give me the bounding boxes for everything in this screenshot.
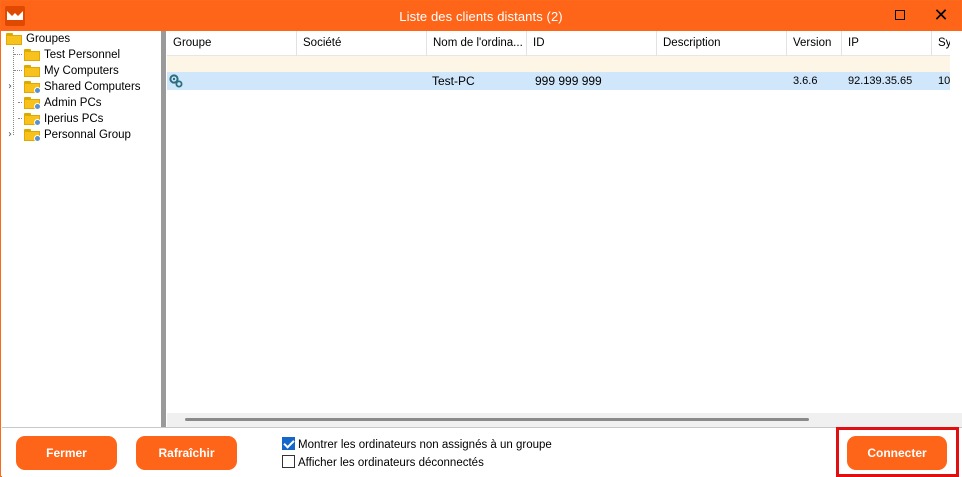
tree-item-personnal-group[interactable]: › Personnal Group (2, 127, 160, 143)
shared-folder-icon (24, 113, 41, 126)
column-header-nom[interactable]: Nom de l'ordina... (427, 31, 527, 56)
chevron-right-icon[interactable]: › (8, 129, 18, 141)
show-unassigned-checkbox[interactable]: Montrer les ordinateurs non assignés à u… (282, 437, 552, 453)
folder-icon (24, 65, 40, 77)
column-header-description[interactable]: Description (657, 31, 787, 56)
title-bar[interactable]: Liste des clients distants (2) ✕ (1, 1, 961, 31)
tree-item-label: My Computers (44, 65, 119, 77)
folder-icon (6, 33, 22, 45)
shared-folder-icon (24, 129, 41, 142)
checkbox-unchecked-icon[interactable] (282, 455, 295, 468)
scrollbar-thumb[interactable] (185, 418, 809, 421)
show-disconnected-label: Afficher les ordinateurs déconnectés (298, 457, 484, 469)
vertical-scrollbar[interactable] (950, 31, 962, 411)
tree-item-my-computers[interactable]: My Computers (2, 63, 160, 79)
filter-row[interactable] (167, 56, 962, 72)
column-header-groupe[interactable]: Groupe (167, 31, 297, 56)
tree-item-shared-computers[interactable]: › Shared Computers (2, 79, 160, 95)
close-icon: ✕ (933, 5, 949, 26)
checkbox-checked-icon[interactable] (282, 437, 295, 450)
folder-icon (24, 49, 40, 61)
tree-item-label: Personnal Group (44, 129, 131, 141)
column-header-version[interactable]: Version (787, 31, 842, 56)
cell-groupe (167, 72, 297, 90)
connect-button[interactable]: Connecter (847, 436, 947, 470)
cell-nom: Test-PC (432, 74, 475, 88)
tree-item-admin-pcs[interactable]: Admin PCs (2, 95, 160, 111)
gear-icon (169, 74, 183, 88)
tree-item-label: Admin PCs (44, 97, 102, 109)
horizontal-scrollbar[interactable] (167, 413, 962, 427)
tree-item-label: Shared Computers (44, 81, 141, 93)
chevron-right-icon[interactable]: › (8, 81, 18, 93)
table-row[interactable]: Test-PC 999 999 999 3.6.6 92.139.35.65 1… (167, 72, 962, 90)
close-window-button[interactable]: ✕ (920, 1, 962, 31)
shared-folder-icon (24, 81, 41, 94)
tree-item-iperius-pcs[interactable]: Iperius PCs (2, 111, 160, 127)
tree-item-test-personnel[interactable]: Test Personnel (2, 47, 160, 63)
sort-caret-icon: ^ (358, 31, 367, 38)
remote-clients-window: Liste des clients distants (2) ✕ Groupes… (0, 0, 962, 477)
column-header-ip[interactable]: IP (842, 31, 932, 56)
groups-tree: Groupes Test Personnel My Computers › Sh… (2, 31, 160, 427)
clients-grid: Groupe Société Nom de l'ordina... ID Des… (167, 31, 962, 427)
maximize-button[interactable] (879, 1, 921, 31)
show-disconnected-checkbox[interactable]: Afficher les ordinateurs déconnectés (282, 455, 484, 471)
grid-header: Groupe Société Nom de l'ordina... ID Des… (167, 31, 962, 56)
refresh-button[interactable]: Rafraîchir (136, 436, 237, 470)
show-unassigned-label: Montrer les ordinateurs non assignés à u… (298, 439, 552, 451)
cell-description (657, 72, 787, 90)
tree-item-label: Iperius PCs (44, 113, 104, 125)
cell-ip: 92.139.35.65 (848, 75, 913, 87)
maximize-icon (895, 10, 905, 20)
panel-splitter[interactable] (161, 31, 166, 427)
cell-societe (297, 72, 427, 90)
shared-folder-icon (24, 97, 41, 110)
cell-version: 3.6.6 (793, 75, 818, 87)
cell-id: 999 999 999 (535, 74, 602, 88)
tree-item-label: Test Personnel (44, 49, 121, 61)
tree-root-label: Groupes (26, 33, 71, 45)
window-title: Liste des clients distants (2) (399, 9, 563, 24)
column-header-id[interactable]: ID (527, 31, 657, 56)
close-button[interactable]: Fermer (16, 436, 117, 470)
bottom-bar: Fermer Rafraîchir Montrer les ordinateur… (2, 427, 962, 477)
